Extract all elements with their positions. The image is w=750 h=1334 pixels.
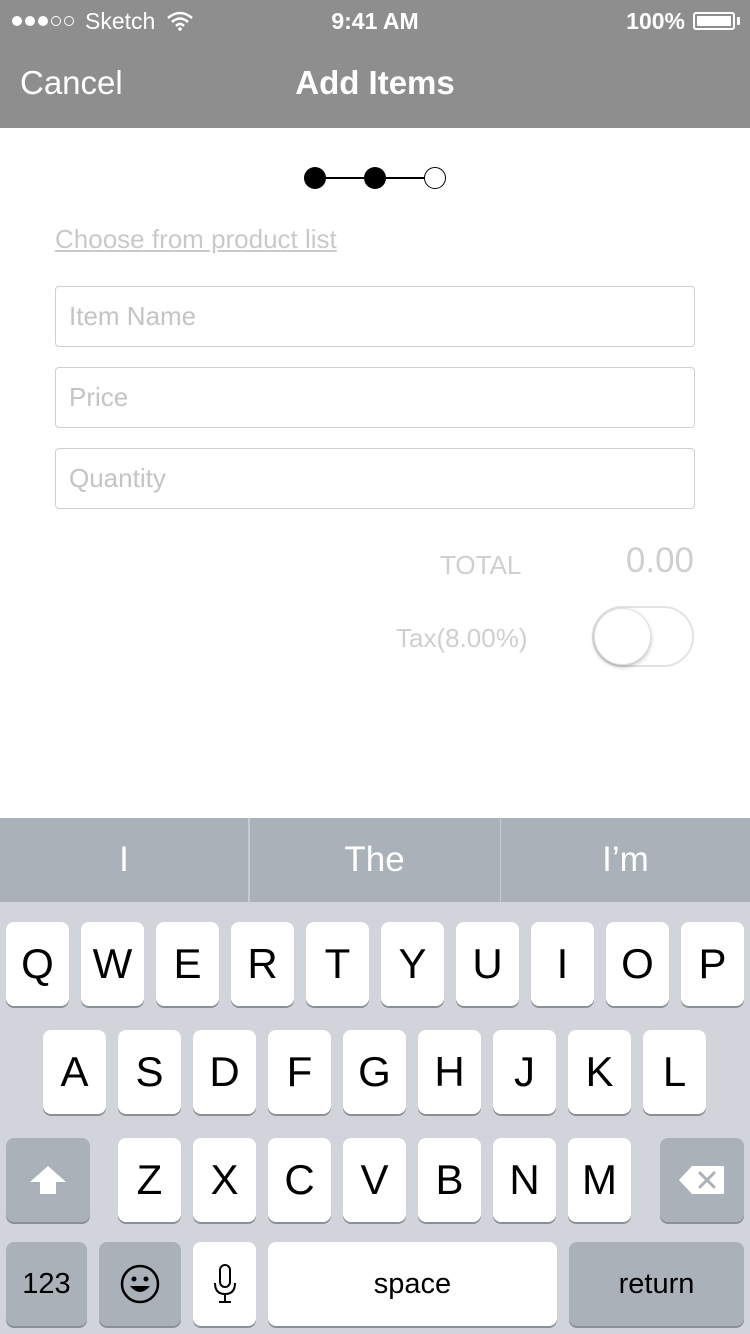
navigation-bar: Sketch 9:41 AM 100% Cancel Add Items bbox=[0, 0, 750, 128]
cancel-button[interactable]: Cancel bbox=[20, 64, 123, 102]
key-c[interactable]: C bbox=[268, 1138, 331, 1222]
key-d[interactable]: D bbox=[193, 1030, 256, 1114]
numbers-key[interactable]: 123 bbox=[6, 1242, 87, 1326]
shift-key[interactable] bbox=[6, 1138, 90, 1222]
shift-arrow-icon bbox=[30, 1166, 66, 1194]
key-g[interactable]: G bbox=[343, 1030, 406, 1114]
battery-cap bbox=[737, 17, 740, 25]
key-b[interactable]: B bbox=[418, 1138, 481, 1222]
key-o[interactable]: O bbox=[606, 922, 669, 1006]
dictation-key[interactable] bbox=[193, 1242, 256, 1326]
key-l[interactable]: L bbox=[643, 1030, 706, 1114]
emoji-icon bbox=[120, 1264, 160, 1304]
return-key[interactable]: return bbox=[569, 1242, 744, 1326]
toggle-knob bbox=[594, 608, 651, 665]
suggestion-item[interactable]: I’m bbox=[501, 818, 750, 902]
key-p[interactable]: P bbox=[681, 922, 744, 1006]
suggestion-item[interactable]: The bbox=[250, 818, 500, 902]
tax-toggle[interactable] bbox=[592, 606, 694, 667]
key-e[interactable]: E bbox=[156, 922, 219, 1006]
emoji-key[interactable] bbox=[99, 1242, 181, 1326]
key-j[interactable]: J bbox=[493, 1030, 556, 1114]
keyboard: I The I’m Q W E R T Y U I O P A S D F G … bbox=[0, 818, 750, 1334]
stepper-connector bbox=[386, 177, 424, 179]
key-x[interactable]: X bbox=[193, 1138, 256, 1222]
step-3-pending bbox=[424, 167, 446, 189]
delete-icon bbox=[679, 1166, 724, 1194]
price-input[interactable] bbox=[55, 367, 695, 428]
total-value: 0.00 bbox=[625, 541, 694, 580]
key-w[interactable]: W bbox=[81, 922, 144, 1006]
step-1-complete bbox=[304, 167, 326, 189]
key-k[interactable]: K bbox=[568, 1030, 631, 1114]
key-q[interactable]: Q bbox=[6, 922, 69, 1006]
microphone-icon bbox=[213, 1264, 236, 1303]
progress-stepper bbox=[304, 167, 446, 189]
key-t[interactable]: T bbox=[306, 922, 369, 1006]
key-m[interactable]: M bbox=[568, 1138, 631, 1222]
stepper-connector bbox=[326, 177, 364, 179]
key-n[interactable]: N bbox=[493, 1138, 556, 1222]
status-right: 100% bbox=[626, 6, 740, 36]
key-y[interactable]: Y bbox=[381, 922, 444, 1006]
battery-percentage: 100% bbox=[626, 7, 685, 34]
total-label: TOTAL bbox=[440, 550, 522, 580]
key-u[interactable]: U bbox=[456, 922, 519, 1006]
key-f[interactable]: F bbox=[268, 1030, 331, 1114]
key-s[interactable]: S bbox=[118, 1030, 181, 1114]
suggestion-bar: I The I’m bbox=[0, 818, 750, 902]
key-v[interactable]: V bbox=[343, 1138, 406, 1222]
key-z[interactable]: Z bbox=[118, 1138, 181, 1222]
quantity-input[interactable] bbox=[55, 448, 695, 509]
choose-from-product-list-link[interactable]: Choose from product list bbox=[55, 224, 337, 255]
backspace-key[interactable] bbox=[660, 1138, 744, 1222]
key-h[interactable]: H bbox=[418, 1030, 481, 1114]
key-a[interactable]: A bbox=[43, 1030, 106, 1114]
tax-label: Tax(8.00%) bbox=[396, 623, 528, 653]
space-key[interactable]: space bbox=[268, 1242, 557, 1326]
key-r[interactable]: R bbox=[231, 922, 294, 1006]
item-name-input[interactable] bbox=[55, 286, 695, 347]
step-2-current bbox=[364, 167, 386, 189]
key-i[interactable]: I bbox=[531, 922, 594, 1006]
battery-icon bbox=[693, 12, 735, 30]
suggestion-item[interactable]: I bbox=[0, 818, 248, 902]
